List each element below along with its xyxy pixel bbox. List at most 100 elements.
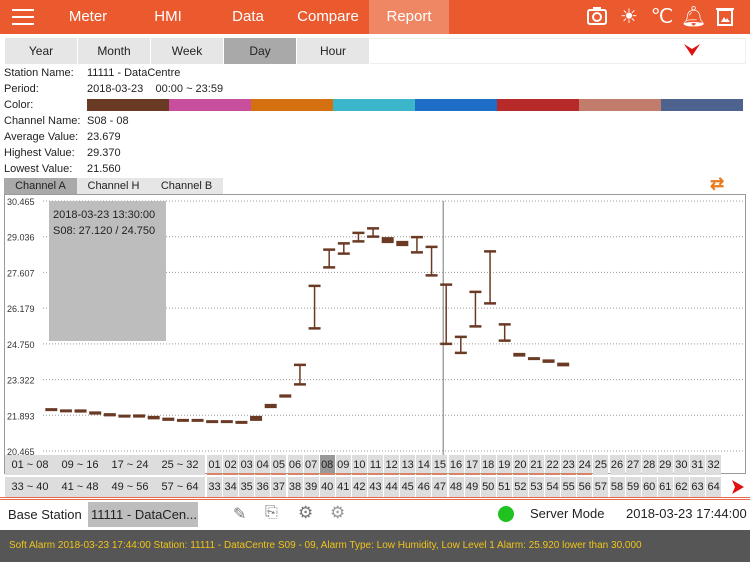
tab-channel-h[interactable]: Channel H — [77, 178, 150, 194]
channel-button-32[interactable]: 32 — [706, 455, 722, 475]
channel-button-53[interactable]: 53 — [529, 477, 544, 497]
channel-button-07[interactable]: 07 — [303, 455, 319, 475]
advanced-settings-icon[interactable]: ⚙ — [330, 503, 345, 523]
channel-button-06[interactable]: 06 — [287, 455, 303, 475]
channel-group-button[interactable]: 49 ~ 56 — [105, 477, 155, 497]
channel-button-19[interactable]: 19 — [496, 455, 512, 475]
channel-group-button[interactable]: 09 ~ 16 — [55, 455, 105, 475]
channel-button-46[interactable]: 46 — [416, 477, 432, 497]
chart-area[interactable]: 30.465 29.036 27.607 26.179 24.750 23.322 21.8… — [4, 194, 746, 474]
channel-button-41[interactable]: 41 — [335, 477, 351, 497]
tab-channel-b[interactable]: Channel B — [150, 178, 223, 194]
tab-year[interactable]: Year — [5, 38, 78, 64]
channel-button-34[interactable]: 34 — [223, 477, 239, 497]
brightness-icon[interactable]: ☀ — [617, 5, 641, 29]
channel-button-03[interactable]: 03 — [239, 455, 255, 475]
swap-icon[interactable]: ⇄ — [710, 174, 724, 194]
channel-button-52[interactable]: 52 — [512, 477, 528, 497]
tab-week[interactable]: Week — [151, 38, 224, 64]
channel-button-38[interactable]: 38 — [287, 477, 303, 497]
channel-button-08[interactable]: 08 — [319, 455, 335, 475]
channel-button-55[interactable]: 55 — [561, 477, 577, 497]
channel-button-64[interactable]: 64 — [706, 477, 722, 497]
channel-button-33[interactable]: 33 — [207, 477, 222, 497]
channel-button-18[interactable]: 18 — [480, 455, 496, 475]
channel-group-button[interactable]: 57 ~ 64 — [155, 477, 205, 497]
channel-button-27[interactable]: 27 — [625, 455, 641, 475]
menu-hmi[interactable]: HMI — [128, 0, 208, 34]
channel-button-17[interactable]: 17 — [464, 455, 480, 475]
channel-button-59[interactable]: 59 — [625, 477, 641, 497]
channel-button-54[interactable]: 54 — [545, 477, 561, 497]
edit-icon[interactable]: ✎ — [233, 504, 246, 524]
channel-button-20[interactable]: 20 — [512, 455, 528, 475]
channel-button-10[interactable]: 10 — [351, 455, 367, 475]
channel-button-21[interactable]: 21 — [529, 455, 544, 475]
channel-button-42[interactable]: 42 — [351, 477, 367, 497]
channel-button-61[interactable]: 61 — [657, 477, 673, 497]
hamburger-menu-icon[interactable] — [12, 9, 34, 25]
channel-button-50[interactable]: 50 — [480, 477, 496, 497]
channel-button-57[interactable]: 57 — [593, 477, 609, 497]
channel-button-22[interactable]: 22 — [545, 455, 561, 475]
alarm-banner[interactable]: Soft Alarm 2018-03-23 17:44:00 Station: … — [0, 530, 750, 562]
channel-button-62[interactable]: 62 — [673, 477, 689, 497]
channel-button-11[interactable]: 11 — [368, 455, 383, 475]
celsius-icon[interactable]: ℃ — [650, 5, 674, 29]
channel-button-40[interactable]: 40 — [319, 477, 335, 497]
channel-button-35[interactable]: 35 — [239, 477, 255, 497]
channel-button-60[interactable]: 60 — [641, 477, 657, 497]
channel-button-05[interactable]: 05 — [271, 455, 287, 475]
channel-button-26[interactable]: 26 — [609, 455, 625, 475]
channel-group-button[interactable]: 01 ~ 08 — [5, 455, 55, 475]
bell-icon[interactable]: 🔔︎ — [681, 5, 706, 29]
menu-compare[interactable]: Compare — [288, 0, 368, 34]
chevron-down-icon[interactable] — [683, 43, 701, 62]
tab-channel-a[interactable]: Channel A — [4, 178, 77, 194]
settings-icon[interactable]: ⚙ — [298, 503, 313, 523]
channel-button-29[interactable]: 29 — [657, 455, 673, 475]
channel-group-button[interactable]: 17 ~ 24 — [105, 455, 155, 475]
channel-button-36[interactable]: 36 — [255, 477, 271, 497]
channel-button-48[interactable]: 48 — [448, 477, 464, 497]
channel-button-12[interactable]: 12 — [384, 455, 400, 475]
channel-button-58[interactable]: 58 — [609, 477, 625, 497]
channel-button-15[interactable]: 15 — [432, 455, 448, 475]
channel-button-02[interactable]: 02 — [223, 455, 239, 475]
channel-button-04[interactable]: 04 — [255, 455, 271, 475]
channel-button-01[interactable]: 01 — [207, 455, 222, 475]
channel-button-14[interactable]: 14 — [416, 455, 432, 475]
channel-button-13[interactable]: 13 — [400, 455, 416, 475]
channel-button-09[interactable]: 09 — [335, 455, 351, 475]
channel-group-button[interactable]: 33 ~ 40 — [5, 477, 55, 497]
base-station-dropdown[interactable]: 11111 - DataCen... — [88, 502, 198, 527]
channel-button-16[interactable]: 16 — [448, 455, 464, 475]
channel-button-43[interactable]: 43 — [368, 477, 383, 497]
camera-icon[interactable] — [585, 5, 609, 29]
channel-button-51[interactable]: 51 — [496, 477, 512, 497]
menu-report[interactable]: Report — [369, 0, 449, 34]
channel-button-30[interactable]: 30 — [673, 455, 689, 475]
trash-image-icon[interactable] — [713, 5, 737, 29]
channel-button-25[interactable]: 25 — [593, 455, 609, 475]
export-icon[interactable]: ⎘ — [265, 504, 278, 522]
channel-group-button[interactable]: 25 ~ 32 — [155, 455, 205, 475]
channel-button-28[interactable]: 28 — [641, 455, 657, 475]
channel-button-49[interactable]: 49 — [464, 477, 480, 497]
channel-button-37[interactable]: 37 — [271, 477, 287, 497]
channel-group-button[interactable]: 41 ~ 48 — [55, 477, 105, 497]
channel-button-63[interactable]: 63 — [690, 477, 705, 497]
tab-month[interactable]: Month — [78, 38, 151, 64]
channel-button-23[interactable]: 23 — [561, 455, 577, 475]
channel-button-31[interactable]: 31 — [690, 455, 705, 475]
menu-data[interactable]: Data — [208, 0, 288, 34]
channel-button-56[interactable]: 56 — [577, 477, 593, 497]
channel-button-24[interactable]: 24 — [577, 455, 593, 475]
menu-meter[interactable]: Meter — [48, 0, 128, 34]
channel-button-39[interactable]: 39 — [303, 477, 319, 497]
tab-hour[interactable]: Hour — [297, 38, 370, 64]
channel-button-44[interactable]: 44 — [384, 477, 400, 497]
tab-day[interactable]: Day — [224, 38, 297, 64]
channel-button-45[interactable]: 45 — [400, 477, 416, 497]
channel-button-47[interactable]: 47 — [432, 477, 448, 497]
